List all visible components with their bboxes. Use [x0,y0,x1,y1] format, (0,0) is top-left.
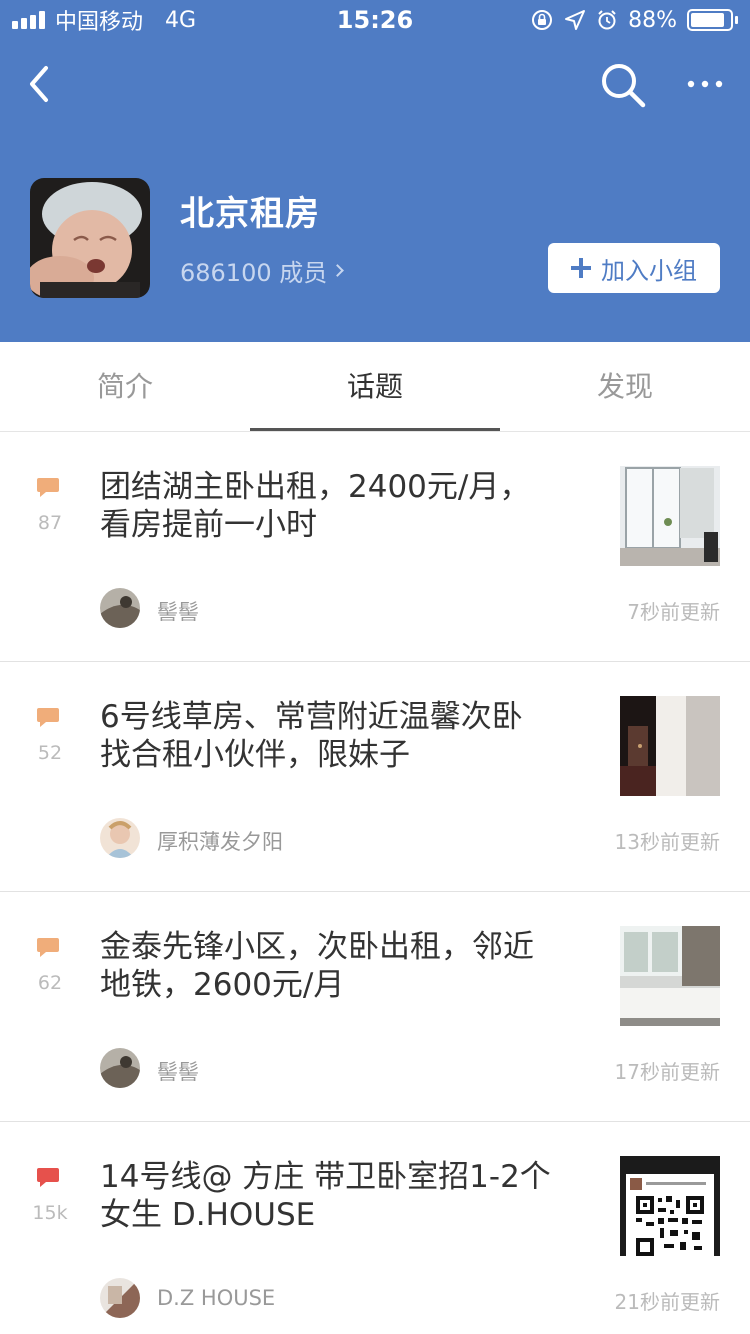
comment-count: 15k [32,1202,68,1224]
tab-topics[interactable]: 话题 [250,342,500,432]
rotation-lock-icon [532,10,553,30]
update-time: 7秒前更新 [627,600,720,624]
author-photo-icon [100,588,140,628]
topic-thumbnail[interactable] [620,1156,720,1256]
topic-title-line: 金泰先锋小区，次卧出租，邻近 [100,929,534,965]
topic-title-line: 女生 D.HOUSE [100,1197,316,1233]
room-photo-icon [620,926,720,1026]
author-name[interactable]: 髻髻 [157,1056,199,1086]
baby-photo-icon [30,178,150,298]
search-icon[interactable] [598,60,648,110]
author-avatar[interactable] [100,1048,140,1088]
author-name[interactable]: 髻髻 [157,596,199,626]
author-avatar[interactable] [100,1278,140,1318]
author-name[interactable]: 厚积薄发夕阳 [157,826,283,856]
topic-title-line: 找合租小伙伴，限妹子 [100,737,410,773]
author-photo-icon [100,1048,140,1088]
status-right: 88% [530,6,738,34]
topic-thumbnail[interactable] [620,466,720,566]
topic-thumbnail[interactable] [620,696,720,796]
status-bar: 中国移动 4G 15:26 88% [0,0,750,40]
comment-icon [37,1168,59,1187]
comment-icon [37,478,59,497]
comment-icon [37,938,59,957]
topic-title-line: 14号线@ 方庄 带卫卧室招1-2个 [100,1159,551,1195]
group-avatar[interactable] [30,178,150,298]
comment-count: 62 [37,972,63,994]
room-photo-icon [620,466,720,566]
comment-count: 52 [37,742,63,764]
update-time: 21秒前更新 [614,1290,720,1314]
topic-item[interactable]: 87 团结湖主卧出租，2400元/月， 看房提前一小时 髻髻 7秒前更新 [0,432,750,662]
qr-code-icon [620,1156,720,1256]
group-header: 中国移动 4G 15:26 88% 北京租房 686100 成员 加入小组 [0,0,750,342]
author-avatar[interactable] [100,588,140,628]
back-icon[interactable] [22,62,62,106]
topic-item[interactable]: 62 金泰先锋小区，次卧出租，邻近 地铁，2600元/月 髻髻 17秒前更新 [0,892,750,1122]
plus-icon [571,258,591,278]
join-group-label: 加入小组 [601,256,697,285]
alarm-icon [598,10,616,30]
member-count-label: 686100 成员 [180,259,328,287]
member-count-link[interactable]: 686100 成员 [180,253,345,288]
update-time: 13秒前更新 [614,830,720,854]
topic-title[interactable]: 金泰先锋小区，次卧出租，邻近 地铁，2600元/月 [100,928,590,1004]
room-photo-icon [620,696,720,796]
topic-title-line: 地铁，2600元/月 [100,967,345,1003]
battery-icon [687,9,738,31]
topic-title-line: 6号线草房、常营附近温馨次卧 [100,699,523,735]
join-group-button[interactable]: 加入小组 [548,243,720,293]
topic-title[interactable]: 6号线草房、常营附近温馨次卧 找合租小伙伴，限妹子 [100,698,590,774]
update-time: 17秒前更新 [614,1060,720,1084]
author-photo-icon [100,1278,140,1318]
battery-percent: 88% [628,7,677,33]
tab-discover[interactable]: 发现 [500,342,750,432]
author-name[interactable]: D.Z HOUSE [157,1286,275,1310]
chevron-right-icon [331,264,345,277]
topic-title[interactable]: 14号线@ 方庄 带卫卧室招1-2个 女生 D.HOUSE [100,1158,590,1234]
more-icon[interactable] [683,64,727,104]
group-name: 北京租房 [180,194,320,234]
topic-title-line: 团结湖主卧出租，2400元/月， [100,469,531,505]
topic-title-line: 看房提前一小时 [100,507,317,543]
author-avatar[interactable] [100,818,140,858]
comment-icon [37,708,59,727]
topic-thumbnail[interactable] [620,926,720,1026]
topic-item[interactable]: 15k 14号线@ 方庄 带卫卧室招1-2个 女生 D.HOUSE D.Z HO… [0,1122,750,1334]
topic-title[interactable]: 团结湖主卧出租，2400元/月， 看房提前一小时 [100,468,590,544]
location-icon [565,10,586,30]
author-photo-icon [100,818,140,858]
topic-item[interactable]: 52 6号线草房、常营附近温馨次卧 找合租小伙伴，限妹子 厚积薄发夕阳 13秒前… [0,662,750,892]
comment-count: 87 [37,512,63,534]
active-tab-indicator [250,428,500,431]
tab-bar: 简介 话题 发现 [0,342,750,432]
tab-intro[interactable]: 简介 [0,342,250,432]
